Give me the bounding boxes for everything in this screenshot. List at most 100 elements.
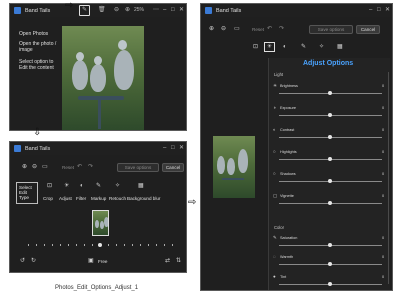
arrow-right-to-edit-icon: ⇨: [65, 0, 74, 11]
adjust-panel-title: Adjust Options: [303, 60, 354, 67]
saturation-knob[interactable]: [328, 243, 332, 247]
redo-icon[interactable]: ↷: [88, 164, 93, 170]
zoom-out-icon[interactable]: ⊖: [221, 26, 226, 32]
minimize-icon[interactable]: –: [163, 7, 166, 13]
reset-button[interactable]: Reset: [62, 165, 74, 170]
adjust-icon[interactable]: ☀: [264, 42, 275, 52]
shadows-icon: ○: [273, 171, 276, 176]
tint-icon: ●: [273, 274, 276, 279]
background-blur-tool-label[interactable]: Background blur: [127, 196, 160, 201]
arrow-down-icon: ⇩: [33, 127, 42, 138]
highlights-value: 0: [382, 150, 385, 154]
shadows-knob[interactable]: [328, 179, 332, 183]
shadows-value: 0: [382, 172, 385, 176]
rotation-knob[interactable]: [98, 243, 102, 247]
aspect-ratio-value[interactable]: Free: [98, 259, 107, 264]
markup-icon[interactable]: ✎: [96, 183, 101, 189]
contrast-value: 0: [382, 128, 385, 132]
save-options-button[interactable]: Save options: [309, 25, 353, 34]
adjust-title: Band Tails: [216, 7, 242, 14]
zoom-in-icon[interactable]: ⊕: [22, 164, 27, 170]
markup-icon[interactable]: ✎: [301, 44, 306, 50]
viewer-titlebar: Band Tails ✎ 🗑 ⊖ ⊕ 25% ⋯ – □ ✕: [10, 4, 186, 17]
exposure-knob[interactable]: [328, 113, 332, 117]
save-options-button[interactable]: Save options: [117, 163, 159, 172]
zoom-level: 25%: [134, 7, 145, 13]
cancel-button[interactable]: Cancel: [356, 25, 380, 34]
adjust-icon[interactable]: ☀: [64, 183, 69, 189]
markup-tool-label[interactable]: Markup: [91, 196, 106, 201]
tint-value: 0: [382, 275, 385, 279]
flip-vertical-icon[interactable]: ⇅: [176, 258, 181, 264]
contrast-icon: ◐: [273, 127, 276, 132]
photos-app-icon: [14, 7, 21, 14]
close-icon[interactable]: ✕: [179, 7, 184, 13]
filter-icon[interactable]: ◐: [283, 44, 287, 50]
background-blur-icon[interactable]: ▦: [138, 183, 144, 189]
select-edit-type-callout: Select Edit Type: [16, 182, 38, 204]
undo-icon[interactable]: ↶: [77, 164, 82, 170]
background-blur-icon[interactable]: ▦: [337, 44, 343, 50]
retouch-tool-label[interactable]: Retouch: [109, 196, 126, 201]
zoom-out-icon[interactable]: ⊖: [32, 164, 37, 170]
minimize-icon[interactable]: –: [163, 145, 166, 151]
light-section-label: Light: [274, 72, 284, 77]
retouch-icon[interactable]: ✧: [319, 44, 324, 50]
delete-icon[interactable]: 🗑: [98, 7, 106, 13]
edit-image-icon[interactable]: ✎: [79, 5, 90, 16]
fit-icon[interactable]: ▭: [234, 26, 240, 32]
brightness-knob[interactable]: [328, 91, 332, 95]
filter-tool-label[interactable]: Filter: [76, 196, 86, 201]
exposure-value: 0: [382, 106, 385, 110]
instruction-open-image: Open the photo / image: [19, 41, 57, 53]
panel-scrollbar[interactable]: [388, 72, 389, 284]
photos-viewer-window: Band Tails ✎ 🗑 ⊖ ⊕ 25% ⋯ – □ ✕ Open Phot…: [9, 3, 187, 131]
flip-horizontal-icon[interactable]: ⇄: [165, 258, 170, 264]
warmth-icon: ◌: [273, 254, 276, 259]
instruction-select-option: Select option to Edit the content: [19, 59, 54, 71]
photos-edit-window: Band Tails – □ ✕ ⊕ ⊖ ▭ Reset ↶ ↷ Save op…: [9, 141, 187, 273]
preview-photo: [213, 136, 255, 198]
aspect-ratio-icon[interactable]: ▣: [88, 258, 94, 264]
highlights-knob[interactable]: [328, 157, 332, 161]
crop-icon[interactable]: ⊡: [253, 44, 258, 50]
rotate-right-icon[interactable]: ↻: [31, 258, 36, 264]
zoom-in-icon[interactable]: ⊕: [125, 7, 130, 13]
retouch-icon[interactable]: ✧: [115, 183, 120, 189]
vignette-knob[interactable]: [328, 201, 332, 205]
close-icon[interactable]: ✕: [179, 145, 184, 151]
zoom-in-icon[interactable]: ⊕: [209, 26, 214, 32]
vignette-icon: ▢: [273, 193, 278, 198]
arrow-right-to-adjust-icon: ⇨: [188, 197, 197, 208]
edit-title: Band Tails: [25, 145, 51, 152]
instruction-open-photos: Open Photos: [19, 31, 49, 37]
brightness-label: Brightness: [280, 84, 298, 88]
highlights-icon: ○: [273, 149, 276, 154]
crop-icon[interactable]: ⊡: [47, 183, 52, 189]
undo-icon[interactable]: ↶: [267, 26, 272, 32]
zoom-out-icon[interactable]: ⊖: [114, 7, 119, 13]
saturation-value: 0: [382, 236, 385, 240]
redo-icon[interactable]: ↷: [279, 26, 284, 32]
filter-icon[interactable]: ◐: [80, 183, 84, 189]
adjust-tool-label[interactable]: Adjust: [59, 196, 72, 201]
reset-button[interactable]: Reset: [252, 27, 264, 32]
rotate-left-icon[interactable]: ↺: [20, 258, 25, 264]
more-icon[interactable]: ⋯: [153, 7, 159, 13]
crop-tool-label[interactable]: Crop: [43, 196, 53, 201]
contrast-knob[interactable]: [328, 135, 332, 139]
maximize-icon[interactable]: □: [377, 7, 381, 13]
warmth-knob[interactable]: [328, 262, 332, 266]
minimize-icon[interactable]: –: [369, 7, 372, 13]
thumbnail-photo: [92, 210, 109, 236]
maximize-icon[interactable]: □: [171, 7, 175, 13]
sun-icon: ☀: [273, 83, 278, 88]
brightness-value: 0: [382, 84, 385, 88]
warmth-value: 0: [382, 255, 385, 259]
close-icon[interactable]: ✕: [385, 7, 390, 13]
cancel-button[interactable]: Cancel: [162, 163, 184, 172]
photos-app-icon: [14, 145, 21, 152]
maximize-icon[interactable]: □: [171, 145, 175, 151]
fit-icon[interactable]: ▭: [42, 164, 48, 170]
tint-knob[interactable]: [328, 282, 332, 286]
